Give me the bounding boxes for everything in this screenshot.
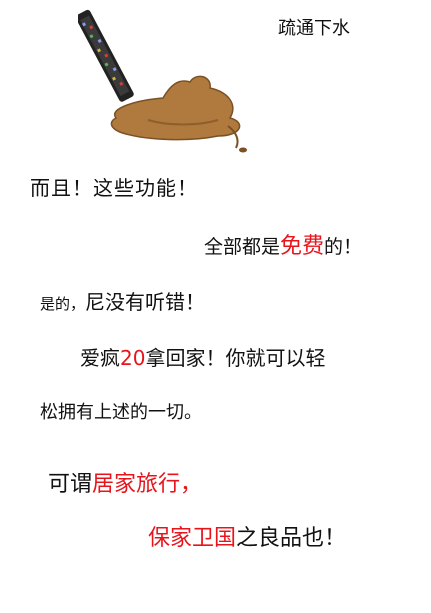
line-7-after: 之良品也！ <box>236 526 347 551</box>
line-2-after: 的！ <box>324 236 363 258</box>
line-3-after: 尼没有听错！ <box>85 290 206 314</box>
line-4: 爱疯20拿回家！你就可以轻 <box>80 342 325 371</box>
line-6-highlight: 居家旅行， <box>92 472 203 497</box>
line-1: 而且！这些功能！ <box>30 172 198 201</box>
line-4-after: 拿回家！你就可以轻 <box>145 346 326 370</box>
line-7-highlight: 保家卫国 <box>148 526 237 551</box>
line-5: 松拥有上述的一切。 <box>40 398 202 424</box>
line-4-highlight: 20 <box>120 346 146 370</box>
line-3-before: 是的， <box>40 295 86 313</box>
line-6: 可谓居家旅行， <box>48 466 202 498</box>
caption-top: 疏通下水 <box>278 18 350 39</box>
line-2-before: 全部都是 <box>204 236 281 258</box>
line-2-highlight: 免费 <box>280 234 325 259</box>
line-3: 是的，尼没有听错！ <box>40 286 205 315</box>
line-4-before: 爱疯 <box>80 346 120 370</box>
phone-in-mud-icon <box>78 9 247 153</box>
line-5-text: 松拥有上述的一切。 <box>40 402 202 423</box>
line-2: 全部都是免费的！ <box>204 228 362 260</box>
line-7: 保家卫国之良品也！ <box>148 520 346 552</box>
mud-pile <box>110 75 241 141</box>
line-6-before: 可谓 <box>48 472 93 497</box>
line-1-text: 而且！这些功能！ <box>30 176 198 200</box>
